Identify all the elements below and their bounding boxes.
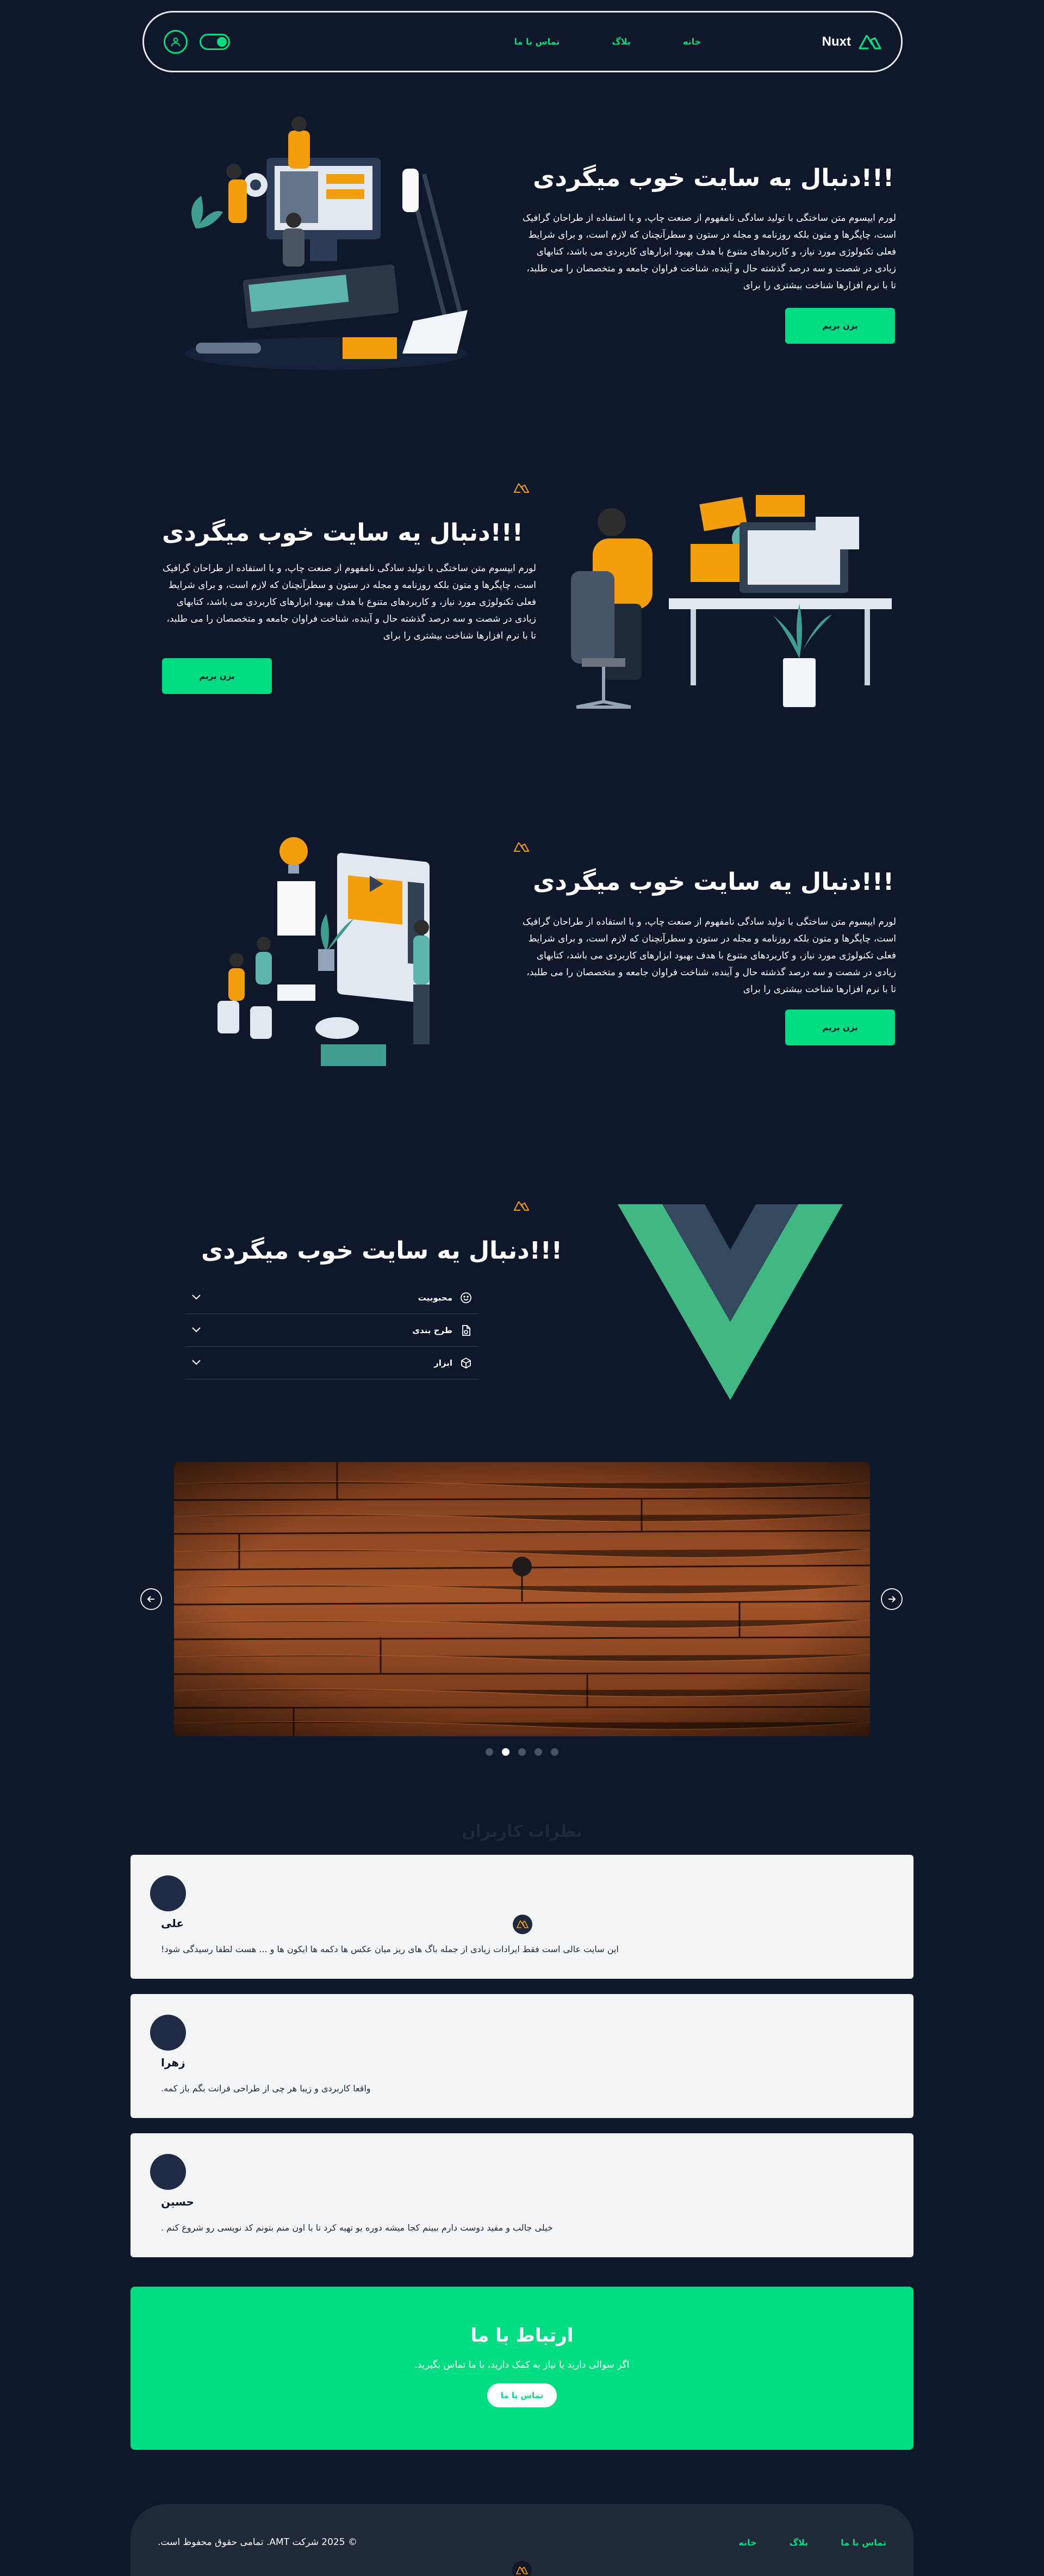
nuxt-mini-icon bbox=[513, 842, 530, 852]
file-icon bbox=[462, 1324, 470, 1336]
cube-icon bbox=[461, 1357, 471, 1369]
accordion-label: طرح بندی bbox=[412, 1324, 472, 1336]
user-icon bbox=[171, 37, 180, 46]
chevron-down-icon bbox=[191, 1325, 201, 1335]
smile-icon bbox=[461, 1292, 471, 1303]
testimonial-text: این سایت عالی است فقط ایرادات زیادی از ج… bbox=[161, 1944, 619, 1954]
testimonial-card: علی این سایت عالی است فقط ایرادات زیادی … bbox=[130, 1855, 913, 1979]
testimonials-heading: نظرات کاربران bbox=[462, 1822, 582, 1841]
carousel-dot-active[interactable] bbox=[502, 1748, 509, 1756]
footer-copyright: © 2025 شرکت AMT. تمامی حقوق محفوظ است. bbox=[158, 2537, 357, 2548]
hero-cta-button-2[interactable]: بزن بریم bbox=[162, 658, 272, 694]
arrow-left-icon bbox=[147, 1596, 154, 1602]
carousel-dot[interactable] bbox=[486, 1748, 493, 1756]
carousel-slide[interactable] bbox=[174, 1462, 870, 1736]
accordion-label: ابزار bbox=[434, 1357, 472, 1369]
navbar: خانه بلاگ تماس با ما Nuxt bbox=[142, 11, 903, 72]
nav-link-home[interactable]: خانه bbox=[683, 36, 701, 47]
hero-cta-button-1[interactable]: بزن بریم bbox=[785, 308, 895, 344]
brand-name: Nuxt bbox=[822, 34, 851, 49]
hero-text-2: لورم ایپسوم متن ساختگی با تولید سادگی نا… bbox=[162, 563, 536, 641]
user-button[interactable] bbox=[164, 29, 188, 54]
nav-controls bbox=[164, 29, 230, 54]
avatar bbox=[150, 1875, 186, 1911]
chevron-down-icon bbox=[191, 1358, 201, 1368]
nuxt-badge-icon bbox=[513, 1915, 532, 1934]
hero-illustration-2 bbox=[560, 479, 897, 723]
toggle-knob bbox=[217, 36, 227, 47]
carousel-prev-button[interactable] bbox=[140, 1588, 162, 1610]
hero-title-3: !!!دنبال یه سایت خوب میگردی bbox=[533, 868, 894, 896]
testimonial-name: حسین bbox=[161, 2195, 194, 2208]
testimonial-card: زهرا واقعا کاربردی و زیبا هر چی از طراحی… bbox=[130, 1994, 913, 2118]
vue-logo-icon bbox=[618, 1204, 843, 1400]
testimonial-name: زهرا bbox=[161, 2056, 185, 2069]
footer: © 2025 شرکت AMT. تمامی حقوق محفوظ است. ت… bbox=[130, 2504, 913, 2576]
footer-links: تماس با ما بلاگ خانه bbox=[738, 2537, 886, 2548]
hero-title-2: !!!دنبال یه سایت خوب میگردی bbox=[162, 519, 523, 547]
footer-inner: © 2025 شرکت AMT. تمامی حقوق محفوظ است. ت… bbox=[158, 2537, 886, 2548]
brand-logo[interactable]: Nuxt bbox=[822, 34, 881, 50]
contact-text: اگر سوالی دارید یا نیاز به کمک دارید، با… bbox=[414, 2360, 630, 2370]
testimonial-text: واقعا کاربردی و زیبا هر چی از طراحی فران… bbox=[161, 2083, 371, 2094]
nav-link-blog[interactable]: بلاگ bbox=[612, 36, 631, 47]
arrow-right-icon bbox=[888, 1596, 896, 1602]
nav-link-contact[interactable]: تماس با ما bbox=[514, 36, 560, 47]
testimonial-name: علی bbox=[161, 1917, 184, 1930]
hero-text-3: لورم ایپسوم متن ساختگی با تولید سادگی نا… bbox=[522, 917, 896, 995]
accordion-title: !!!دنبال یه سایت خوب میگردی bbox=[201, 1237, 562, 1265]
nuxt-mini-icon bbox=[513, 483, 530, 493]
carousel-dots bbox=[486, 1748, 558, 1756]
contact-section: ارتباط با ما اگر سوالی دارید یا نیاز به … bbox=[130, 2287, 913, 2450]
accordion-item-popularity[interactable]: محبوبیت bbox=[185, 1281, 478, 1314]
testimonial-text: خیلی جالب و مفید دوست دارم ببینم کجا میش… bbox=[161, 2222, 553, 2233]
accordion-item-tools[interactable]: ابزار bbox=[185, 1347, 478, 1379]
footer-link-home[interactable]: خانه bbox=[738, 2537, 756, 2548]
nuxt-logo-icon bbox=[859, 34, 881, 49]
chevron-down-icon bbox=[191, 1292, 201, 1303]
carousel-next-button[interactable] bbox=[881, 1588, 903, 1610]
accordion-label-text: طرح بندی bbox=[412, 1325, 452, 1335]
hero-text-1: لورم ایپسوم متن ساختگی با تولید سادگی نا… bbox=[522, 213, 896, 291]
carousel-dot[interactable] bbox=[535, 1748, 542, 1756]
hero-illustration-3 bbox=[196, 827, 468, 1077]
avatar bbox=[150, 2154, 186, 2190]
accordion-item-layout[interactable]: طرح بندی bbox=[185, 1314, 478, 1347]
footer-link-contact[interactable]: تماس با ما bbox=[841, 2537, 886, 2548]
contact-button[interactable]: تماس با ما bbox=[487, 2383, 557, 2407]
nav-links: خانه بلاگ تماس با ما bbox=[514, 36, 701, 47]
hero-illustration-1 bbox=[163, 114, 489, 381]
footer-link-blog[interactable]: بلاگ bbox=[790, 2537, 809, 2548]
avatar bbox=[150, 2015, 186, 2051]
hero-title-1: !!!دنبال یه سایت خوب میگردی bbox=[533, 164, 894, 192]
theme-toggle[interactable] bbox=[200, 33, 230, 50]
contact-title: ارتباط با ما bbox=[470, 2325, 574, 2346]
hero-cta-button-3[interactable]: بزن بریم bbox=[785, 1010, 895, 1045]
carousel-dot[interactable] bbox=[518, 1748, 526, 1756]
accordion-label-text: ابزار bbox=[434, 1358, 452, 1368]
nuxt-mini-icon bbox=[513, 1201, 530, 1211]
accordion-label: محبوبیت bbox=[418, 1292, 472, 1304]
accordion-label-text: محبوبیت bbox=[418, 1292, 452, 1303]
nuxt-badge-icon bbox=[512, 2561, 532, 2576]
carousel-dot[interactable] bbox=[551, 1748, 558, 1756]
testimonial-card: حسین خیلی جالب و مفید دوست دارم ببینم کج… bbox=[130, 2133, 913, 2257]
